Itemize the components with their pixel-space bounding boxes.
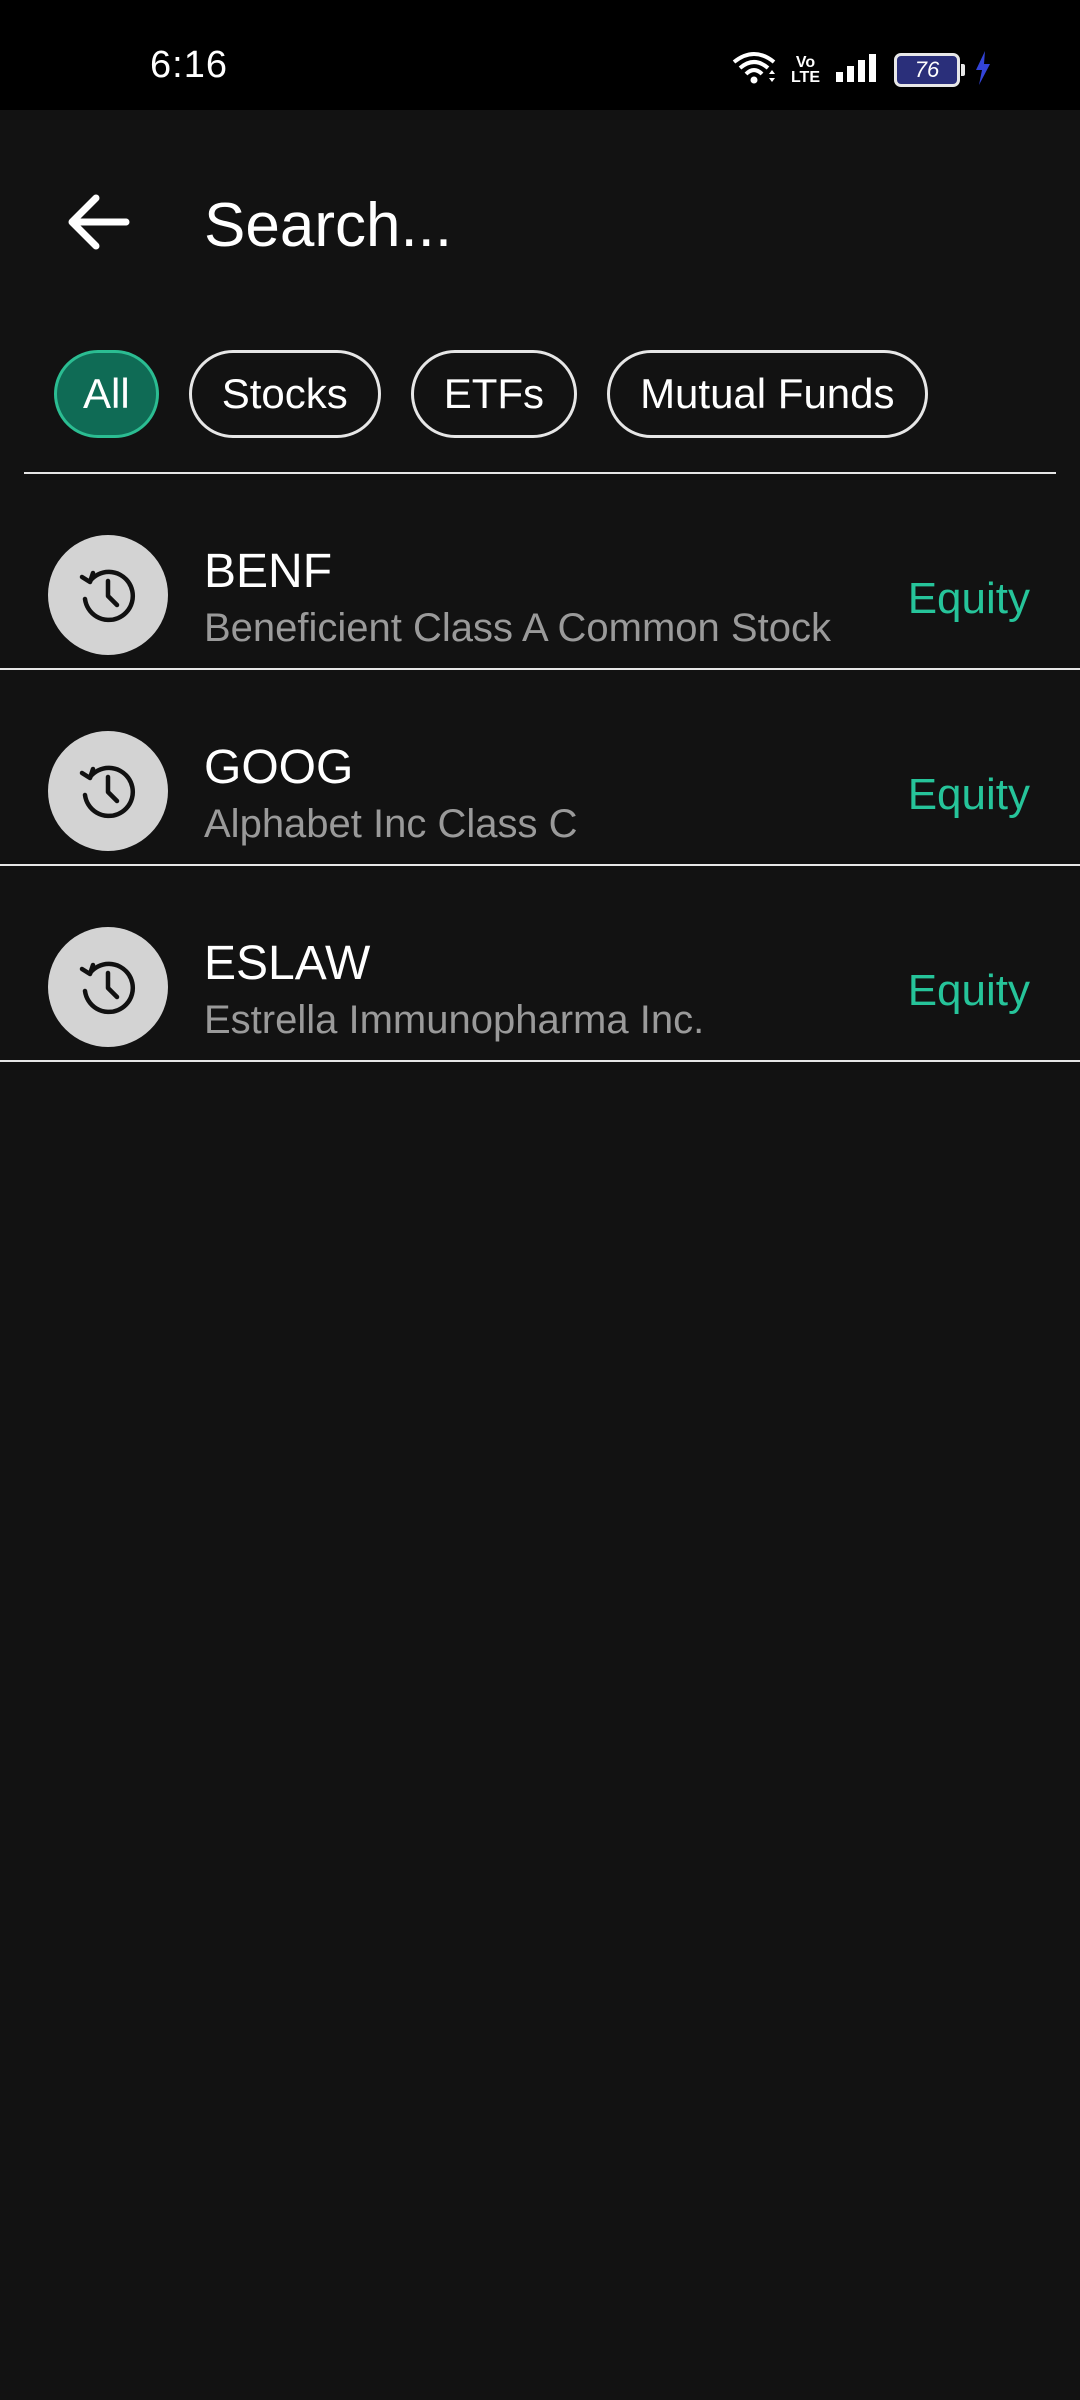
list-item[interactable]: BENF Beneficient Class A Common Stock Eq… [0,474,1080,670]
ticker-symbol: ESLAW [204,937,371,990]
status-bar: 6:16 Vo LTE 76 [0,0,1080,110]
volte-icon: Vo LTE [790,54,820,86]
arrow-left-icon [66,192,130,257]
charging-icon [974,50,992,90]
asset-type: Equity [907,574,1030,623]
company-name: Beneficient Class A Common Stock [204,606,831,650]
battery-level: 76 [914,57,940,82]
chip-mutual-funds[interactable]: Mutual Funds [607,350,928,438]
wifi-icon [731,50,777,91]
signal-icon [834,52,880,89]
list-item[interactable]: ESLAW Estrella Immunopharma Inc. Equity [0,866,1080,1062]
history-icon [48,535,168,655]
ticker-symbol: GOOG [204,741,354,794]
recent-search-list: BENF Beneficient Class A Common Stock Eq… [0,474,1080,1062]
chip-stocks[interactable]: Stocks [188,350,381,438]
company-name: Estrella Immunopharma Inc. [204,998,705,1042]
chip-etfs[interactable]: ETFs [410,350,578,438]
search-input[interactable] [204,180,1004,270]
asset-type: Equity [907,966,1030,1015]
status-icons: Vo LTE 76 [731,50,992,90]
back-button[interactable] [60,186,136,262]
asset-type: Equity [907,770,1030,819]
filter-chips: All Stocks ETFs Mutual Funds [54,350,928,438]
chip-all[interactable]: All [54,350,159,438]
search-header [0,110,1080,330]
company-name: Alphabet Inc Class C [204,802,578,846]
history-icon [48,927,168,1047]
battery-icon: 76 [894,53,965,87]
history-icon [48,731,168,851]
ticker-symbol: BENF [204,545,333,598]
status-time: 6:16 [150,44,228,86]
list-item[interactable]: GOOG Alphabet Inc Class C Equity [0,670,1080,866]
